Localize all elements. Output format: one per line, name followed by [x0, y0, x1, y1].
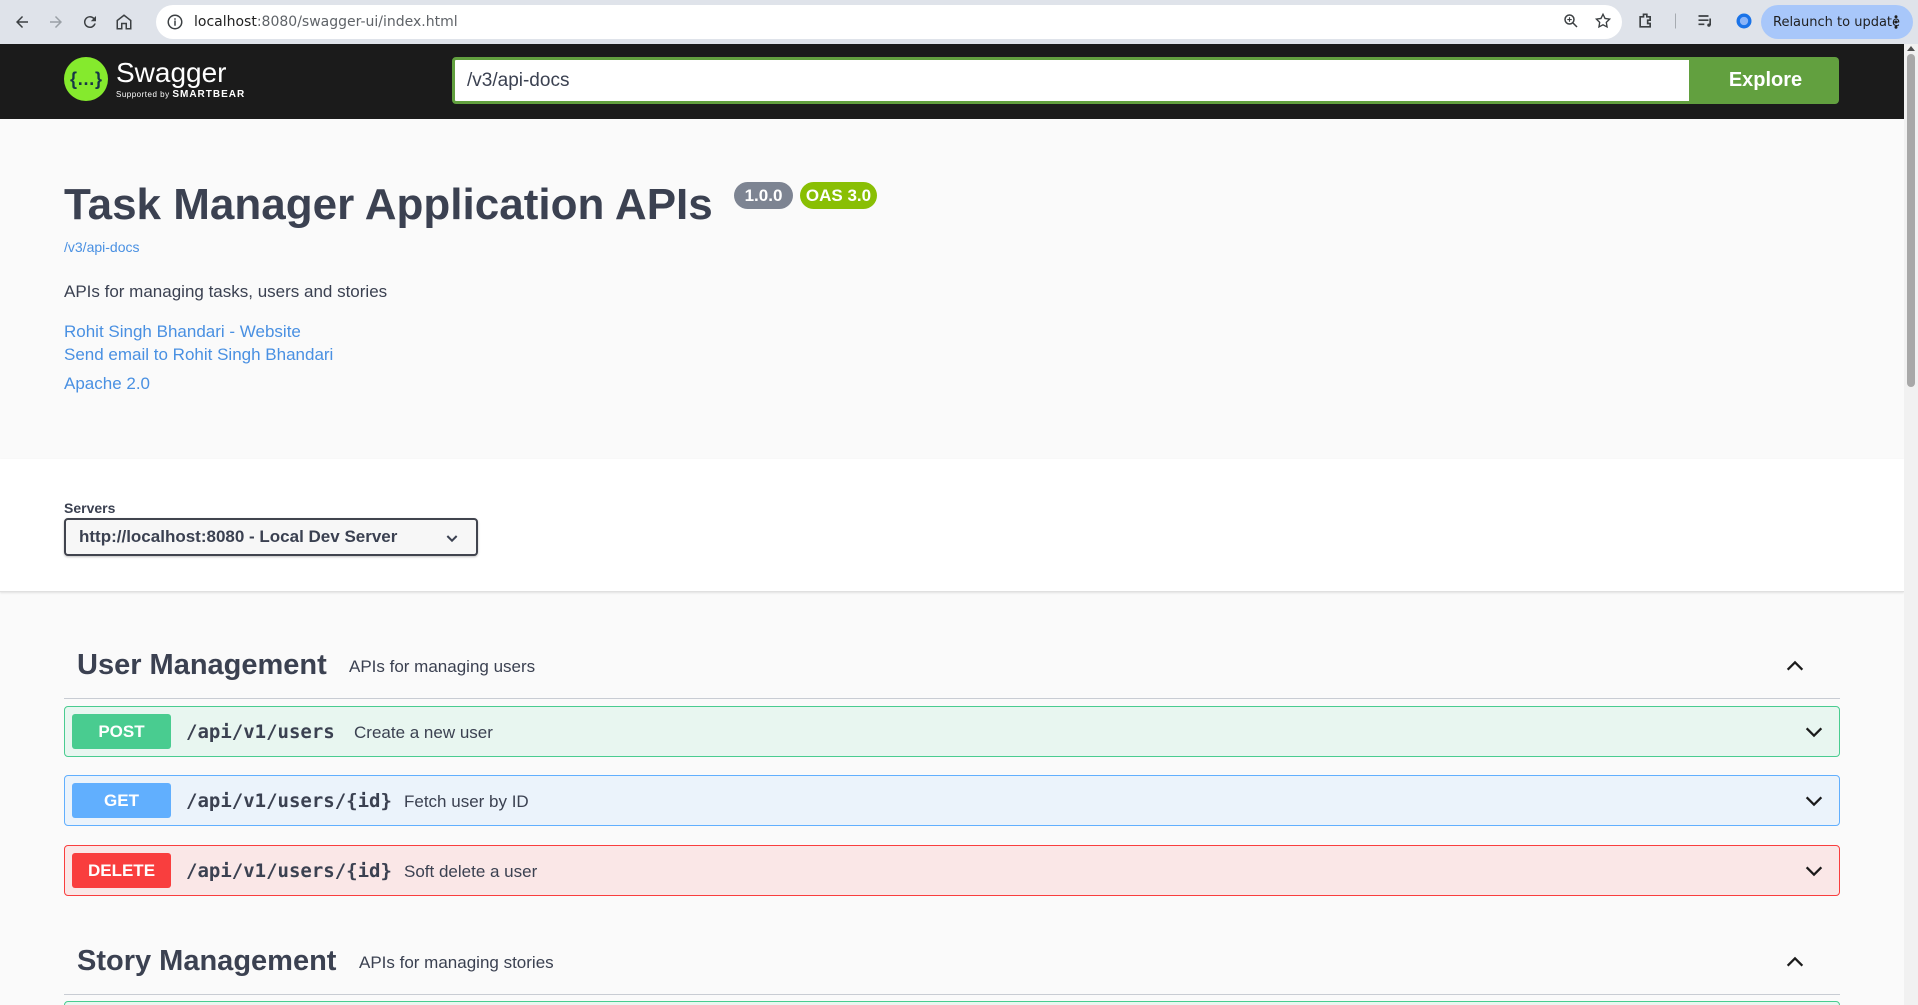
method-badge: DELETE [72, 853, 171, 888]
spec-link[interactable]: /v3/api-docs [64, 239, 139, 255]
chevron-up-icon[interactable] [1784, 951, 1806, 973]
reload-icon [83, 16, 96, 29]
home-button[interactable] [110, 8, 138, 36]
operation-partial[interactable] [64, 1001, 1840, 1005]
url-host: localhost [194, 14, 257, 30]
tag-name: User Management [77, 649, 327, 681]
tag-description: APIs for managing stories [359, 953, 554, 972]
zoom-icon[interactable] [1562, 12, 1580, 30]
version-badge: 1.0.0 [734, 182, 793, 209]
page-title: Task Manager Application APIs [64, 180, 713, 229]
chevron-down-icon[interactable] [1803, 721, 1825, 743]
arrow-right-icon [50, 16, 62, 28]
operation-summary: Fetch user by ID [404, 792, 529, 811]
address-bar[interactable]: localhost:8080/swagger-ui/index.html [156, 5, 1622, 39]
more-vert-icon[interactable] [1887, 13, 1905, 31]
server-selected: http://localhost:8080 - Local Dev Server [79, 527, 398, 546]
profile-avatar-icon[interactable] [1734, 11, 1754, 31]
swagger-logo-icon: {…} [64, 57, 108, 101]
tag-description: APIs for managing users [349, 657, 536, 676]
contact-email-link[interactable]: Send email to Rohit Singh Bhandari [64, 345, 333, 365]
tag-name: Story Management [77, 945, 337, 977]
reload-button[interactable] [76, 8, 104, 36]
url-text: localhost:8080/swagger-ui/index.html [194, 14, 458, 30]
page-scrollbar[interactable] [1904, 44, 1918, 1005]
browser-toolbar: localhost:8080/swagger-ui/index.html Rel… [0, 0, 1918, 44]
operation-post-users[interactable]: POST /api/v1/users Create a new user [64, 706, 1840, 757]
logo-name: Swagger [116, 56, 227, 88]
license-link[interactable]: Apache 2.0 [64, 374, 150, 394]
relaunch-button[interactable]: Relaunch to update [1761, 5, 1913, 39]
relaunch-label: Relaunch to update [1773, 14, 1901, 30]
chevron-down-icon[interactable] [1803, 790, 1825, 812]
extensions-icon[interactable] [1636, 11, 1656, 31]
api-description: APIs for managing tasks, users and stori… [64, 282, 388, 301]
operation-summary: Soft delete a user [404, 862, 538, 881]
method-badge: POST [72, 714, 171, 749]
tag-story-management[interactable]: Story Management APIs for managing stori… [64, 917, 1840, 995]
divider-icon [1675, 13, 1676, 29]
operation-path: /api/v1/users/{id} [186, 790, 392, 812]
site-info-icon[interactable] [166, 13, 184, 31]
home-icon [116, 14, 132, 30]
logo-brand: SMARTBEAR [172, 88, 246, 100]
chevron-down-icon[interactable] [1803, 860, 1825, 882]
tag-user-management[interactable]: User Management APIs for managing users [64, 621, 1840, 699]
spec-url-input[interactable]: /v3/api-docs [452, 57, 1692, 104]
logo-supported: Supported by [116, 89, 170, 99]
back-button[interactable] [8, 8, 36, 36]
method-badge: GET [72, 783, 171, 818]
server-select[interactable]: http://localhost:8080 - Local Dev Server [64, 518, 478, 556]
operation-delete-user[interactable]: DELETE /api/v1/users/{id} Soft delete a … [64, 845, 1840, 896]
swagger-logo[interactable]: {…} Swagger Supported by SMARTBEAR [64, 57, 245, 101]
operation-path: /api/v1/users [186, 721, 335, 743]
url-path: :8080/swagger-ui/index.html [256, 14, 458, 30]
logo-tagline: Supported by SMARTBEAR [116, 89, 245, 100]
arrow-left-icon [16, 16, 28, 28]
scrollbar-thumb[interactable] [1907, 54, 1915, 387]
operation-path: /api/v1/users/{id} [186, 860, 392, 882]
forward-button[interactable] [42, 8, 70, 36]
media-controls-icon[interactable] [1696, 11, 1716, 31]
oas-badge: OAS 3.0 [800, 182, 877, 209]
bookmark-star-icon[interactable] [1594, 12, 1612, 30]
servers-label: Servers [64, 500, 116, 516]
operation-summary: Create a new user [354, 723, 493, 742]
swagger-topbar: {…} Swagger Supported by SMARTBEAR /v3/a… [0, 44, 1904, 119]
scroll-up-arrow-icon[interactable] [1907, 46, 1915, 51]
explore-button[interactable]: Explore [1692, 57, 1839, 104]
contact-website-link[interactable]: Rohit Singh Bhandari - Website [64, 322, 301, 342]
chevron-down-icon [446, 535, 458, 543]
chevron-up-icon[interactable] [1784, 655, 1806, 677]
operation-get-user[interactable]: GET /api/v1/users/{id} Fetch user by ID [64, 775, 1840, 826]
